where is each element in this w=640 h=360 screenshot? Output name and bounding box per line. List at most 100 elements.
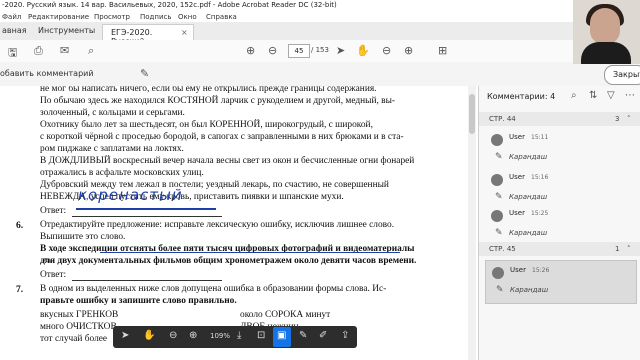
- presenter-face: [590, 8, 620, 44]
- comment-type: Карандаш: [509, 193, 548, 201]
- word-item: вкусных ГРЕНКОВ: [40, 310, 119, 320]
- word-item: тот случай более: [40, 334, 108, 344]
- doc-line: отражались в асфальте московских улиц.: [40, 168, 204, 178]
- zoom-in-icon[interactable]: ⊕: [189, 330, 197, 341]
- answer-underline: [72, 280, 222, 281]
- menu-edit[interactable]: Редактирование: [28, 13, 89, 21]
- doc-line: По обычаю здесь же находился КОСТЯНОЙ ла…: [40, 96, 395, 106]
- pencil-icon: ✎: [495, 192, 503, 202]
- fit-icon[interactable]: ⊞: [438, 44, 447, 57]
- comment-user: User: [509, 209, 525, 217]
- search-icon[interactable]: ⌕: [88, 44, 94, 58]
- floating-toolbar: ➤ ✋ ⊖ ⊕ 109% ⤓ ⊡ ▣ ✎ ✐ ⇪: [113, 326, 357, 348]
- handwritten-answer: коренастый: [78, 186, 183, 204]
- avatar: [491, 174, 503, 186]
- more-icon[interactable]: ⋯: [625, 90, 635, 101]
- answer-underline: [72, 216, 222, 217]
- comment-type: Карандаш: [509, 153, 548, 161]
- fit-page-icon[interactable]: ⊡: [257, 330, 265, 341]
- page-layout-icon[interactable]: ▣: [277, 330, 286, 341]
- doc-line: В ДОЖДЛИВЫЙ воскресный вечер начала весн…: [40, 156, 415, 166]
- comment-time: 15:11: [531, 134, 549, 141]
- select-icon[interactable]: ➤: [336, 44, 345, 57]
- zoom-out-icon[interactable]: ⊖: [169, 330, 177, 341]
- group-label: СТР. 45: [489, 245, 516, 253]
- menu-bar: Файл Редактирование Просмотр Подпись Окн…: [0, 12, 640, 22]
- add-comment-label[interactable]: обавить комментарий: [0, 69, 94, 78]
- comment-group-header[interactable]: СТР. 45 1 ˄: [479, 242, 640, 256]
- menu-view[interactable]: Просмотр: [94, 13, 130, 21]
- prev-page-icon[interactable]: ⊕: [246, 44, 255, 57]
- download-icon[interactable]: ⤓: [237, 330, 241, 341]
- highlight-icon[interactable]: ✐: [319, 330, 327, 341]
- search-comments-icon[interactable]: ⌕: [571, 90, 577, 101]
- comment-time: 15:16: [531, 174, 549, 181]
- chevron-up-icon[interactable]: ˄: [627, 245, 631, 253]
- select-arrow-icon[interactable]: ➤: [121, 330, 129, 341]
- word-item: много ОЧИСТКОВ: [40, 322, 117, 332]
- task6-text: Выпишите это слово.: [40, 232, 126, 242]
- task-number: 7.: [16, 284, 24, 295]
- print-icon[interactable]: ⎙: [34, 44, 43, 58]
- menu-file[interactable]: Файл: [2, 13, 21, 21]
- doc-line: золоченный, с кольцами и серьгами.: [40, 108, 185, 118]
- zoom-in-icon[interactable]: ⊕: [404, 44, 413, 57]
- comment-card-selected[interactable]: User 15:26 ✎ Карандаш: [485, 260, 637, 304]
- comment-card[interactable]: User 15:25 ✎ Карандаш: [485, 204, 635, 246]
- hand-tool-icon[interactable]: ✋: [143, 330, 155, 341]
- doc-line: Охотнику было лет за шестьдесят, он был …: [40, 120, 373, 130]
- menu-sign[interactable]: Подпись: [140, 13, 172, 21]
- task6-sentence: для двух документальных фильмов общим хр…: [40, 256, 417, 266]
- pencil-underline: [76, 208, 216, 210]
- scrollbar-thumb[interactable]: [469, 94, 475, 134]
- hand-icon[interactable]: ✋: [356, 44, 370, 57]
- pencil-icon: ✎: [495, 152, 503, 162]
- tab-document[interactable]: ЕГЭ-2020. Русский... ×: [102, 24, 194, 46]
- comment-group-header[interactable]: СТР. 44 3 ˄: [479, 112, 640, 126]
- pencil-icon: ✎: [495, 228, 503, 238]
- group-count: 3: [615, 115, 620, 123]
- filter-icon[interactable]: ▽: [607, 90, 615, 101]
- next-page-icon[interactable]: ⊖: [268, 44, 277, 57]
- webcam-overlay: [573, 0, 640, 64]
- tab-tools[interactable]: Инструменты: [38, 26, 95, 35]
- document-scrollbar[interactable]: [468, 86, 476, 360]
- document-page: не мог бы написать ничего, если бы ему н…: [0, 86, 478, 360]
- doc-line: с короткой чёрной с проседью бородой, в …: [40, 132, 404, 142]
- avatar: [492, 267, 504, 279]
- menu-help[interactable]: Справка: [206, 13, 237, 21]
- group-count: 1: [615, 245, 620, 253]
- zoom-out-icon[interactable]: ⊖: [382, 44, 391, 57]
- comments-header: Комментарии: 4: [487, 92, 556, 101]
- zoom-level[interactable]: 109%: [210, 332, 230, 340]
- task7-text: В одном из выделенных ниже слов допущена…: [40, 284, 387, 294]
- comment-card[interactable]: User 15:11 ✎ Карандаш: [485, 128, 635, 170]
- comment-type: Карандаш: [510, 286, 549, 294]
- page-total: / 153: [311, 46, 329, 54]
- comments-panel: Комментарии: 4 ⌕ ⇅ ▽ ⋯ СТР. 44 3 ˄ User …: [479, 86, 640, 360]
- chevron-up-icon[interactable]: ˄: [627, 115, 631, 123]
- close-tab-icon[interactable]: ×: [181, 28, 188, 37]
- page-number-input[interactable]: 45: [288, 44, 310, 58]
- comment-user: User: [510, 266, 526, 274]
- comment-time: 15:25: [531, 210, 549, 217]
- comment-tool-icon[interactable]: ✎: [299, 330, 307, 341]
- comment-user: User: [509, 133, 525, 141]
- save-icon[interactable]: 🖫: [8, 44, 17, 63]
- pencil-underline: [100, 252, 400, 253]
- share-icon[interactable]: ⇪: [341, 330, 349, 341]
- comment-icon[interactable]: ✎: [140, 67, 149, 80]
- menu-window[interactable]: Окно: [178, 13, 197, 21]
- task6-text: Отредактируйте предложение: исправьте ле…: [40, 220, 395, 230]
- tab-home[interactable]: авная: [2, 26, 27, 35]
- tabs-bar: авная Инструменты ЕГЭ-2020. Русский... ×: [0, 22, 640, 46]
- window-title: -2020. Русский язык. 14 вар. Васильевых,…: [2, 1, 337, 9]
- avatar: [491, 210, 503, 222]
- close-comment-button[interactable]: Закрыть: [604, 65, 640, 85]
- mail-icon[interactable]: ✉: [60, 44, 69, 57]
- comment-user: User: [509, 173, 525, 181]
- task-number: 6.: [16, 220, 24, 231]
- sort-icon[interactable]: ⇅: [589, 90, 597, 101]
- comment-toolbar: обавить комментарий ✎: [0, 62, 640, 87]
- answer-label: Ответ:: [40, 206, 67, 216]
